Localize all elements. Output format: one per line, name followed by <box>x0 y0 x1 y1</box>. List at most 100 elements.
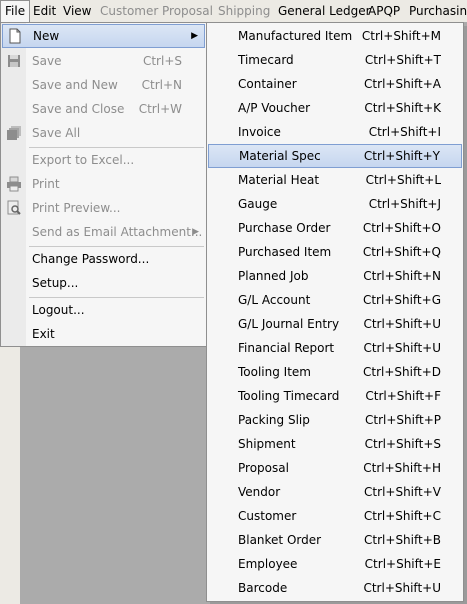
submenu-item-shortcut: Ctrl+Shift+L <box>365 173 441 187</box>
file-menu-print-preview[interactable]: Print Preview... <box>2 196 205 220</box>
new-submenu-item[interactable]: A/P Voucher Ctrl+Shift+K <box>208 96 462 120</box>
menu-view[interactable]: View <box>59 0 95 22</box>
save-and-new-shortcut: Ctrl+N <box>141 78 182 92</box>
new-submenu-item[interactable]: Proposal Ctrl+Shift+H <box>208 456 462 480</box>
submenu-item-label: Tooling Item <box>238 365 311 379</box>
menu-edit[interactable]: Edit <box>29 0 60 22</box>
new-submenu-item[interactable]: Customer Ctrl+Shift+C <box>208 504 462 528</box>
new-submenu-item[interactable]: Manufactured Item Ctrl+Shift+M <box>208 24 462 48</box>
new-submenu-item[interactable]: Purchase Order Ctrl+Shift+O <box>208 216 462 240</box>
new-submenu-item[interactable]: Financial Report Ctrl+Shift+U <box>208 336 462 360</box>
submenu-item-label: G/L Account <box>238 293 311 307</box>
file-menu-setup[interactable]: Setup... <box>2 271 205 295</box>
new-label: New <box>33 29 60 43</box>
new-submenu-item[interactable]: Invoice Ctrl+Shift+I <box>208 120 462 144</box>
new-submenu-item[interactable]: G/L Account Ctrl+Shift+G <box>208 288 462 312</box>
submenu-item-label: Planned Job <box>238 269 309 283</box>
new-submenu-item[interactable]: Container Ctrl+Shift+A <box>208 72 462 96</box>
submenu-item-shortcut: Ctrl+Shift+E <box>364 557 441 571</box>
new-submenu-item[interactable]: Employee Ctrl+Shift+E <box>208 552 462 576</box>
new-submenu: Manufactured Item Ctrl+Shift+M Timecard Ctr… <box>206 22 464 602</box>
new-submenu-item[interactable]: Vendor Ctrl+Shift+V <box>208 480 462 504</box>
logout-label: Logout... <box>32 303 85 317</box>
new-submenu-item[interactable]: Barcode Ctrl+Shift+U <box>208 576 462 600</box>
print-preview-label: Print Preview... <box>32 201 121 215</box>
submenu-item-shortcut: Ctrl+Shift+U <box>363 317 441 331</box>
submenu-item-label: Proposal <box>238 461 289 475</box>
file-menu-save-all[interactable]: Save All <box>2 121 205 145</box>
submenu-item-label: Customer <box>238 509 297 523</box>
submenu-item-label: Barcode <box>238 581 288 595</box>
submenu-item-shortcut: Ctrl+Shift+O <box>362 221 441 235</box>
new-submenu-item[interactable]: Material Heat Ctrl+Shift+L <box>208 168 462 192</box>
submenu-item-shortcut: Ctrl+Shift+B <box>364 533 441 547</box>
submenu-item-shortcut: Ctrl+Shift+S <box>364 437 441 451</box>
submenu-item-label: G/L Journal Entry <box>238 317 340 331</box>
file-menu: New ▶ Save Ctrl+S Save and New Ctrl+N Sa… <box>0 22 207 347</box>
save-and-close-shortcut: Ctrl+W <box>138 102 182 116</box>
file-menu-export-excel[interactable]: Export to Excel... <box>2 148 205 172</box>
submenu-item-shortcut: Ctrl+Shift+Y <box>363 149 440 163</box>
submenu-item-label: Container <box>238 77 297 91</box>
new-submenu-item[interactable]: Planned Job Ctrl+Shift+N <box>208 264 462 288</box>
menu-proposal[interactable]: Proposal <box>158 0 217 22</box>
new-submenu-item[interactable]: Purchased Item Ctrl+Shift+Q <box>208 240 462 264</box>
submenu-item-label: Packing Slip <box>238 413 310 427</box>
submenu-item-label: Purchased Item <box>238 245 332 259</box>
submenu-item-shortcut: Ctrl+Shift+M <box>361 29 441 43</box>
submenu-item-label: Tooling Timecard <box>238 389 340 403</box>
new-submenu-item[interactable]: Tooling Timecard Ctrl+Shift+F <box>208 384 462 408</box>
menu-general-ledger[interactable]: General Ledger <box>274 0 375 22</box>
save-all-icon <box>6 125 22 141</box>
menu-customer[interactable]: Customer <box>96 0 162 22</box>
file-menu-print[interactable]: Print <box>2 172 205 196</box>
file-menu-save[interactable]: Save Ctrl+S <box>2 49 205 73</box>
new-submenu-item[interactable]: Tooling Item Ctrl+Shift+D <box>208 360 462 384</box>
submenu-item-shortcut: Ctrl+Shift+A <box>364 77 441 91</box>
menu-file[interactable]: File <box>0 0 31 22</box>
exit-label: Exit <box>32 327 55 341</box>
submenu-item-shortcut: Ctrl+Shift+U <box>363 341 441 355</box>
new-submenu-item[interactable]: Material Spec Ctrl+Shift+Y <box>208 144 462 168</box>
save-label: Save <box>32 54 62 68</box>
submenu-item-label: Manufactured Item <box>238 29 353 43</box>
submenu-item-label: Timecard <box>238 53 294 67</box>
file-menu-new[interactable]: New ▶ <box>2 24 205 48</box>
submenu-item-label: Gauge <box>238 197 278 211</box>
submenu-arrow-icon: ▶ <box>191 31 198 41</box>
submenu-item-label: Blanket Order <box>238 533 322 547</box>
print-label: Print <box>32 177 60 191</box>
submenu-item-shortcut: Ctrl+Shift+G <box>362 293 441 307</box>
file-menu-save-and-close[interactable]: Save and Close Ctrl+W <box>2 97 205 121</box>
submenu-item-shortcut: Ctrl+Shift+I <box>368 125 441 139</box>
submenu-item-label: Invoice <box>238 125 281 139</box>
file-menu-change-password[interactable]: Change Password... <box>2 247 205 271</box>
save-all-label: Save All <box>32 126 81 140</box>
menu-shipping[interactable]: Shipping <box>214 0 274 22</box>
file-menu-save-and-new[interactable]: Save and New Ctrl+N <box>2 73 205 97</box>
submenu-item-label: Material Spec <box>239 149 321 163</box>
submenu-item-label: Purchase Order <box>238 221 331 235</box>
floppy-disk-icon <box>6 53 22 69</box>
new-submenu-item[interactable]: Shipment Ctrl+Shift+S <box>208 432 462 456</box>
submenu-item-shortcut: Ctrl+Shift+D <box>363 365 441 379</box>
new-document-icon <box>7 28 23 44</box>
file-menu-send-email[interactable]: Send as Email Attachment... ▶ <box>2 220 205 244</box>
file-menu-logout[interactable]: Logout... <box>2 298 205 322</box>
menu-purchasing[interactable]: Purchasing <box>405 0 467 22</box>
new-submenu-item[interactable]: Timecard Ctrl+Shift+T <box>208 48 462 72</box>
submenu-arrow-icon: ▶ <box>192 227 199 237</box>
submenu-item-shortcut: Ctrl+Shift+C <box>363 509 441 523</box>
new-submenu-item[interactable]: Gauge Ctrl+Shift+J <box>208 192 462 216</box>
submenu-item-label: Shipment <box>238 437 296 451</box>
menu-apqp[interactable]: APQP <box>364 0 404 22</box>
setup-label: Setup... <box>32 276 79 290</box>
new-submenu-item[interactable]: G/L Journal Entry Ctrl+Shift+U <box>208 312 462 336</box>
printer-icon <box>6 176 22 192</box>
submenu-item-shortcut: Ctrl+Shift+U <box>363 581 441 595</box>
file-menu-exit[interactable]: Exit <box>2 322 205 346</box>
new-submenu-item[interactable]: Blanket Order Ctrl+Shift+B <box>208 528 462 552</box>
new-submenu-item[interactable]: Packing Slip Ctrl+Shift+P <box>208 408 462 432</box>
submenu-item-label: A/P Voucher <box>238 101 311 115</box>
submenu-item-shortcut: Ctrl+Shift+H <box>363 461 441 475</box>
